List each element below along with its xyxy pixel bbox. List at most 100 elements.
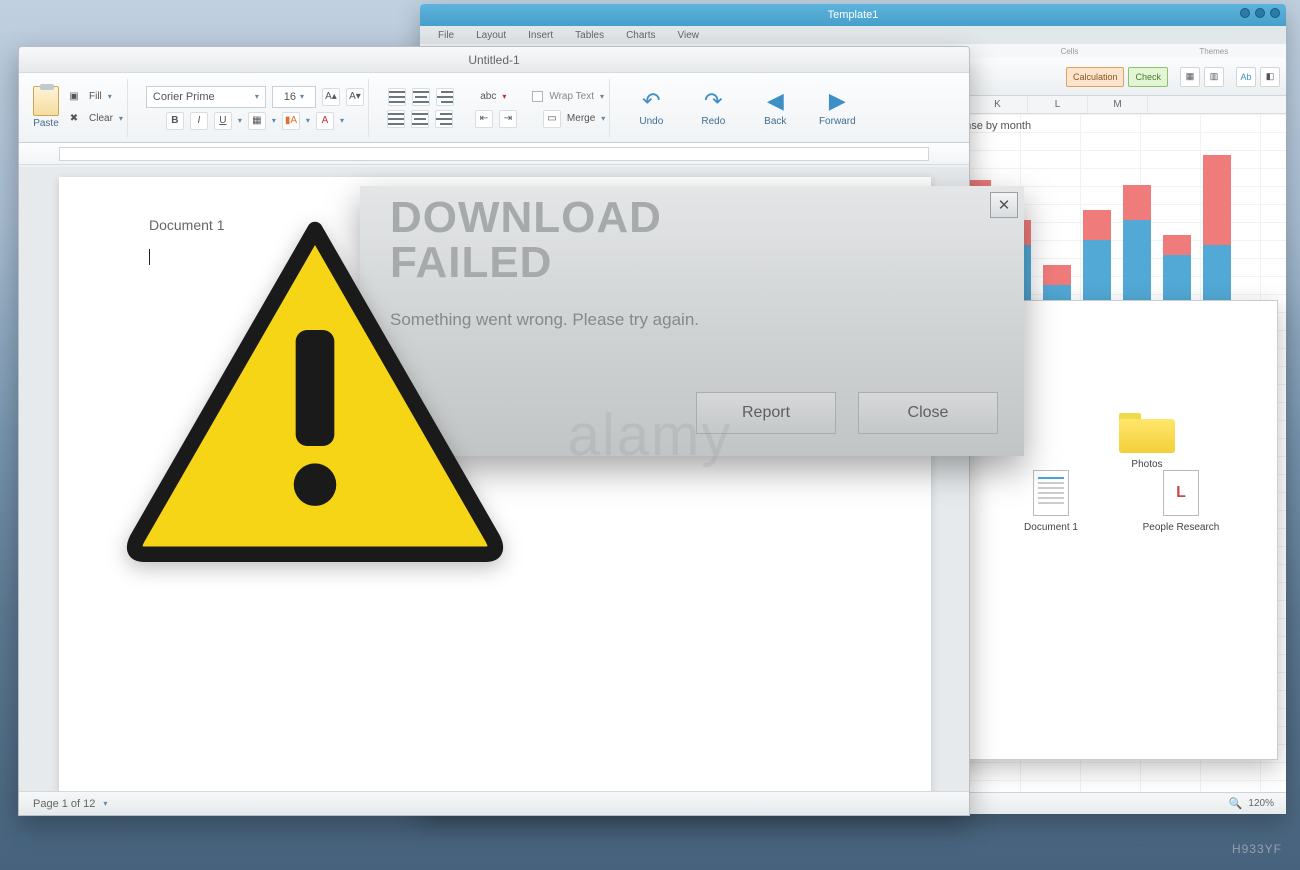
finder-item-label: Photos	[1131, 459, 1162, 470]
finder-item-label: Document 1	[1024, 522, 1078, 533]
folder-icon	[1119, 413, 1175, 453]
align-center[interactable]	[411, 110, 429, 128]
page-indicator[interactable]: Page 1 of 12	[33, 798, 95, 810]
dialog-buttons: Report Close	[696, 392, 998, 434]
redo-button[interactable]: ↷Redo	[690, 88, 736, 127]
word-statusbar: Page 1 of 12 ▾	[19, 791, 969, 815]
win-close[interactable]	[1270, 8, 1280, 18]
merge-label[interactable]: Merge	[567, 113, 595, 124]
grp-cells: Cells	[997, 47, 1141, 56]
finder-item[interactable]: L People Research	[1131, 470, 1231, 533]
col-M[interactable]: M	[1088, 96, 1148, 113]
chart-bar-series-a	[1043, 265, 1071, 285]
word-titlebar[interactable]: Untitled-1	[19, 47, 969, 73]
wrap-checkbox[interactable]	[532, 91, 543, 102]
grp-themes: Themes	[1142, 47, 1286, 56]
paste-button[interactable]: Paste	[33, 86, 59, 129]
clipboard-icon	[33, 86, 59, 116]
menu-view[interactable]: View	[678, 30, 700, 41]
menu-insert[interactable]: Insert	[528, 30, 553, 41]
chart-bar-group	[1162, 140, 1192, 300]
cell-delete-btn[interactable]: ▥	[1204, 67, 1224, 87]
zoom-icon[interactable]: 🔍	[1229, 797, 1243, 810]
back-label: Back	[764, 116, 786, 127]
win-maximize[interactable]	[1255, 8, 1265, 18]
menu-charts[interactable]: Charts	[626, 30, 655, 41]
forward-label: Forward	[819, 116, 856, 127]
ruler[interactable]	[19, 143, 969, 165]
back-button[interactable]: ◀Back	[752, 88, 798, 127]
highlight-button[interactable]: ▮A	[282, 112, 300, 130]
underline-button[interactable]: U	[214, 112, 232, 130]
menu-file[interactable]: File	[438, 30, 454, 41]
font-size-select[interactable]: 16▾	[272, 86, 316, 108]
menu-layout[interactable]: Layout	[476, 30, 506, 41]
chart-bar-group	[1202, 140, 1232, 300]
border-button[interactable]: ▦	[248, 112, 266, 130]
col-L[interactable]: L	[1028, 96, 1088, 113]
watermark-corner: H933YF	[1232, 842, 1282, 856]
zoom-value[interactable]: 120%	[1248, 798, 1274, 809]
align-mid[interactable]	[412, 88, 430, 106]
spreadsheet-title: Template1	[828, 9, 879, 21]
forward-button[interactable]: ▶ Forward	[814, 88, 860, 127]
align-right[interactable]	[435, 110, 453, 128]
menu-tables[interactable]: Tables	[575, 30, 604, 41]
forward-icon: ▶	[829, 88, 846, 114]
status-caret-icon[interactable]: ▾	[103, 799, 107, 808]
col-K[interactable]: K	[968, 96, 1028, 113]
report-button[interactable]: Report	[696, 392, 836, 434]
close-icon: ✕	[998, 196, 1011, 214]
chart-bar-series-b	[1083, 240, 1111, 300]
close-button[interactable]: Close	[858, 392, 998, 434]
increase-font-icon[interactable]: A▴	[322, 88, 340, 106]
fill-icon[interactable]: ▣	[65, 88, 83, 106]
indent-inc[interactable]: ⇥	[499, 110, 517, 128]
spreadsheet-titlebar[interactable]: Template1	[420, 4, 1286, 26]
chart-bar-series-b	[1203, 245, 1231, 300]
font-name: Corier Prime	[153, 91, 215, 103]
chart-bar-group	[1082, 140, 1112, 300]
fill-label[interactable]: Fill	[89, 91, 102, 102]
chart-bar-series-a	[1203, 155, 1231, 245]
calculation-btn[interactable]: Calculation	[1066, 67, 1125, 87]
align-left[interactable]	[387, 110, 405, 128]
align-bot[interactable]	[436, 88, 454, 106]
cell-insert-btn[interactable]: ▦	[1180, 67, 1200, 87]
decrease-font-icon[interactable]: A▾	[346, 88, 364, 106]
chart-bar-series-b	[1163, 255, 1191, 300]
bold-button[interactable]: B	[166, 112, 184, 130]
word-ribbon: Paste ▣Fill▾ ✖Clear▾ Corier Prime▾ 16▾ A…	[19, 73, 969, 143]
clear-label[interactable]: Clear	[89, 113, 113, 124]
check-btn[interactable]: Check	[1128, 67, 1168, 87]
finder-item-label: People Research	[1143, 522, 1220, 533]
align-top[interactable]	[388, 88, 406, 106]
word-title: Untitled-1	[468, 53, 519, 67]
warning-icon	[120, 214, 510, 562]
chart-bar-series-a	[1083, 210, 1111, 240]
document-icon: L	[1163, 470, 1199, 516]
chart-bar-series-a	[1163, 235, 1191, 255]
dialog-close-button[interactable]: ✕	[990, 192, 1018, 218]
spreadsheet-menubar: File Layout Insert Tables Charts View	[420, 26, 1286, 44]
undo-button[interactable]: ↶Undo	[628, 88, 674, 127]
clear-icon[interactable]: ✖	[65, 110, 83, 128]
chart-bar-group	[1042, 140, 1072, 300]
finder-item[interactable]: Document 1	[1001, 470, 1101, 533]
indent-dec[interactable]: ⇤	[475, 110, 493, 128]
theme-btn2[interactable]: ◧	[1260, 67, 1280, 87]
chart-bar-series-a	[1123, 185, 1151, 220]
italic-button[interactable]: I	[190, 112, 208, 130]
finder-item[interactable]: Photos	[1097, 413, 1197, 470]
font-select[interactable]: Corier Prime▾	[146, 86, 266, 108]
chart-bar-group	[1122, 140, 1152, 300]
undo-icon: ↶	[642, 88, 660, 114]
merge-icon[interactable]: ▭	[543, 110, 561, 128]
paste-label: Paste	[33, 118, 59, 129]
font-color-button[interactable]: A	[316, 112, 334, 130]
win-minimize[interactable]	[1240, 8, 1250, 18]
redo-label: Redo	[701, 116, 725, 127]
theme-btn[interactable]: Ab	[1236, 67, 1256, 87]
font-size: 16	[284, 91, 296, 103]
spellcheck-label[interactable]: abc	[480, 91, 496, 102]
